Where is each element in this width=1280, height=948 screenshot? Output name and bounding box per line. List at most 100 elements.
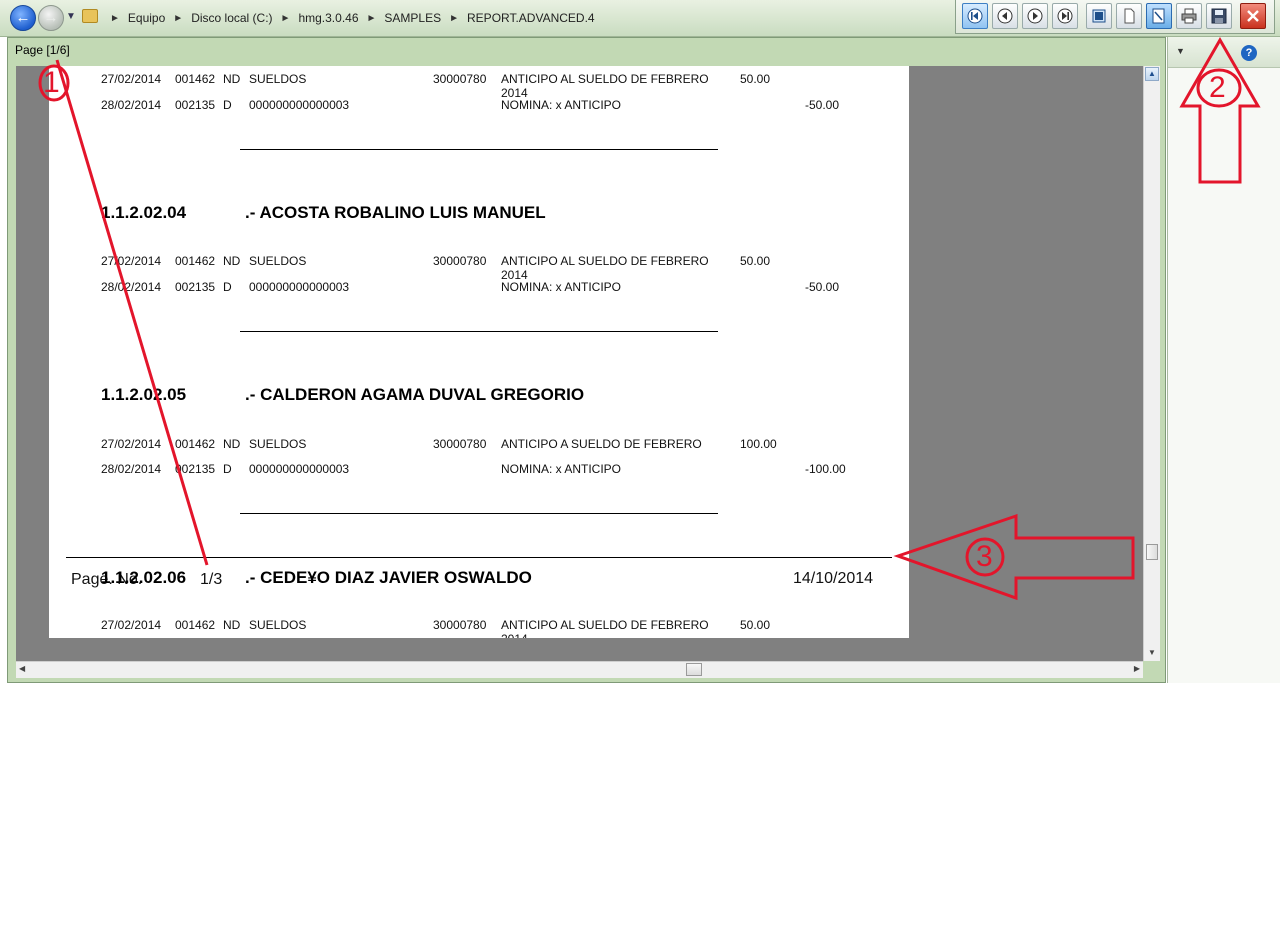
row-type: ND (223, 618, 241, 632)
row-desc: NOMINA: x ANTICIPO (501, 280, 622, 294)
row-date: 27/02/2014 (101, 72, 162, 86)
last-page-icon (1057, 8, 1073, 24)
fit-page-icon (1152, 8, 1165, 24)
row-doc: 002135 (175, 462, 216, 476)
separator-line (240, 331, 718, 332)
account-code: 1.1.2.02.06 (101, 568, 187, 587)
breadcrumb-item[interactable]: SAMPLES (384, 11, 441, 25)
fit-page-button[interactable] (1146, 3, 1172, 29)
horizontal-scroll-thumb[interactable] (686, 663, 702, 676)
row-desc: ANTICIPO AL SUELDO DE FEBRERO (501, 72, 709, 86)
previous-page-button[interactable] (992, 3, 1018, 29)
row-desc: ANTICIPO A SUELDO DE FEBRERO (501, 437, 702, 451)
scroll-down-icon[interactable]: ▼ (1145, 646, 1159, 660)
breadcrumb-item[interactable]: Equipo (128, 11, 165, 25)
chevron-right-icon[interactable]: ► (281, 13, 291, 24)
row-ref: 30000780 (433, 254, 487, 268)
annotation-number: 2 (1209, 71, 1226, 104)
back-button[interactable]: ← (10, 5, 36, 31)
separator-line (240, 149, 718, 150)
row-doc: 001462 (175, 72, 216, 86)
separator-line (240, 513, 718, 514)
row-desc: NOMINA: x ANTICIPO (501, 98, 622, 112)
row-debit: 50.00 (740, 618, 771, 632)
previous-page-icon (997, 8, 1013, 24)
zoom-icon (1124, 8, 1135, 24)
next-page-icon (1027, 8, 1043, 24)
forward-button[interactable]: → (38, 5, 64, 31)
page-indicator-title: Page [1/6] (15, 43, 70, 57)
preview-toolbar (955, 0, 1275, 34)
row-date: 27/02/2014 (101, 437, 162, 451)
vertical-scrollbar[interactable]: ▲ ▼ (1143, 66, 1160, 661)
vertical-scroll-thumb[interactable] (1146, 544, 1158, 560)
breadcrumb-item[interactable]: REPORT.ADVANCED.4 (467, 11, 595, 25)
arrow-right-icon: → (43, 9, 59, 26)
row-concept: 000000000000003 (249, 280, 350, 294)
row-type: ND (223, 72, 241, 86)
row-debit: 100.00 (740, 437, 777, 451)
folder-icon (82, 9, 98, 23)
row-desc-cont: 2014 (501, 632, 528, 638)
chevron-down-icon[interactable]: ▼ (1176, 46, 1185, 56)
print-icon (1181, 8, 1197, 24)
row-credit: -50.00 (805, 280, 840, 294)
footer-date: 14/10/2014 (793, 570, 874, 587)
save-button[interactable] (1206, 3, 1232, 29)
row-date: 28/02/2014 (101, 280, 162, 294)
row-desc: NOMINA: x ANTICIPO (501, 462, 622, 476)
row-concept: SUELDOS (249, 254, 307, 268)
breadcrumb-item[interactable]: hmg.3.0.46 (298, 11, 358, 25)
chevron-right-icon[interactable]: ► (173, 13, 183, 24)
arrow-left-icon: ← (15, 9, 31, 26)
report-page: 27/02/2014 001462 ND SUELDOS 30000780 AN… (49, 66, 909, 638)
print-button[interactable] (1176, 3, 1202, 29)
breadcrumb-item[interactable]: Disco local (C:) (191, 11, 272, 25)
row-concept: SUELDOS (249, 437, 307, 451)
scroll-up-icon[interactable]: ▲ (1145, 67, 1159, 81)
explorer-side-panel: ▼ ? (1167, 37, 1280, 683)
annotation-number: 1 (43, 66, 60, 99)
row-concept: 000000000000003 (249, 98, 350, 112)
row-doc: 001462 (175, 618, 216, 632)
row-ref: 30000780 (433, 437, 487, 451)
row-desc: ANTICIPO AL SUELDO DE FEBRERO (501, 254, 709, 268)
row-credit: -100.00 (805, 462, 846, 476)
account-name: .- CEDE¥O DIAZ JAVIER OSWALDO (245, 568, 532, 587)
account-code: 1.1.2.02.05 (101, 385, 187, 404)
row-type: D (223, 280, 232, 294)
row-desc: ANTICIPO AL SUELDO DE FEBRERO (501, 618, 709, 632)
row-type: D (223, 98, 232, 112)
row-doc: 001462 (175, 437, 216, 451)
row-date: 28/02/2014 (101, 98, 162, 112)
row-concept: SUELDOS (249, 618, 307, 632)
report-preview-window: Page [1/6] 27/02/2014 001462 ND SUELDOS … (7, 37, 1166, 683)
page-footer-line (66, 557, 892, 558)
next-page-button[interactable] (1022, 3, 1048, 29)
horizontal-scrollbar[interactable]: ◀ ▶ (16, 661, 1143, 678)
thumbnails-icon (1092, 9, 1106, 23)
row-concept: 000000000000003 (249, 462, 350, 476)
preview-viewport[interactable]: 27/02/2014 001462 ND SUELDOS 30000780 AN… (16, 66, 1143, 661)
breadcrumb: ► Equipo ► Disco local (C:) ► hmg.3.0.46… (102, 9, 595, 27)
zoom-button[interactable] (1116, 3, 1142, 29)
chevron-right-icon[interactable]: ► (110, 13, 120, 24)
chevron-right-icon[interactable]: ► (449, 13, 459, 24)
row-type: D (223, 462, 232, 476)
chevron-right-icon[interactable]: ► (367, 13, 377, 24)
last-page-button[interactable] (1052, 3, 1078, 29)
first-page-icon (967, 8, 983, 24)
row-debit: 50.00 (740, 72, 771, 86)
row-doc: 002135 (175, 280, 216, 294)
row-date: 27/02/2014 (101, 254, 162, 268)
recent-pages-dropdown[interactable]: ▼ (66, 11, 76, 22)
help-icon[interactable]: ? (1241, 45, 1257, 61)
scroll-right-icon[interactable]: ▶ (1134, 664, 1140, 673)
footer-page-number: 1/3 (200, 571, 223, 588)
close-preview-button[interactable] (1240, 3, 1266, 29)
scroll-left-icon[interactable]: ◀ (19, 664, 25, 673)
close-icon (1247, 10, 1259, 22)
thumbnails-button[interactable] (1086, 3, 1112, 29)
first-page-button[interactable] (962, 3, 988, 29)
row-ref: 30000780 (433, 72, 487, 86)
